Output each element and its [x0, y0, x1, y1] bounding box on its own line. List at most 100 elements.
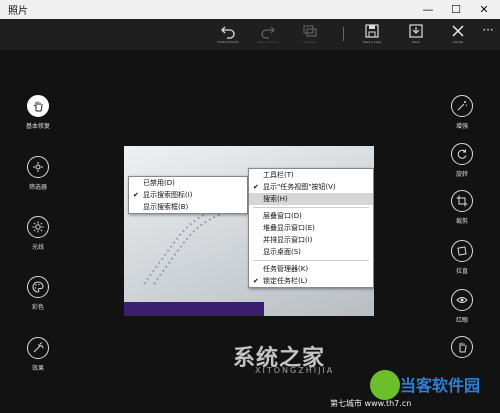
menu-item-label: 搜索(H) [263, 195, 288, 203]
wand-icon [457, 101, 468, 111]
tool-circle [27, 156, 49, 178]
menu-item-search[interactable]: 搜索(H) [249, 193, 373, 205]
effects-icon [33, 342, 44, 353]
photo-canvas[interactable]: 已禁用(D) ✔ 显示搜索图标(I) 显示搜索框(B) 工具栏(T) ✔ 显示"任务… [124, 146, 374, 316]
save-button[interactable]: Save [402, 23, 430, 49]
hand-icon [33, 101, 43, 112]
close-window-button[interactable]: ✕ [470, 0, 498, 19]
cancel-label: Cancel [452, 40, 464, 44]
tool-red-eye[interactable]: 红眼 [432, 289, 492, 324]
window-title: 照片 [8, 6, 28, 17]
tool-label: 光线 [31, 244, 44, 251]
menu-item-stacked[interactable]: 堆叠显示窗口(E) [249, 222, 373, 234]
tool-filters[interactable]: 筛选器 [8, 156, 68, 191]
redo-label: Redo (Ctrl+Y) [257, 40, 279, 44]
menu-item-lock-taskbar[interactable]: ✔ 锁定任务栏(L) [249, 275, 373, 287]
save-label: Save [412, 40, 420, 44]
watermark-brand: 当客软件园 [400, 376, 481, 395]
rotate-icon [457, 149, 467, 159]
tool-color[interactable]: 彩色 [8, 276, 68, 311]
menu-separator [253, 260, 369, 261]
tool-light[interactable]: 光线 [8, 216, 68, 251]
tool-label: 彩色 [31, 304, 44, 311]
crop-icon [456, 195, 468, 207]
search-submenu: 已禁用(D) ✔ 显示搜索图标(I) 显示搜索框(B) [128, 176, 248, 214]
eye-icon [456, 297, 468, 303]
tool-label: 裁剪 [455, 218, 468, 225]
watermark-logo [370, 370, 400, 400]
tool-circle [27, 95, 49, 117]
straighten-icon [457, 246, 467, 256]
tool-circle [27, 216, 49, 238]
tool-enhance[interactable]: 增强 [432, 95, 492, 130]
tool-crop[interactable]: 裁剪 [432, 190, 492, 225]
menu-item-show-search-box[interactable]: 显示搜索框(B) [129, 201, 247, 213]
more-options-button[interactable]: ··· [474, 23, 500, 49]
compare-button[interactable]: Compare [296, 23, 324, 49]
minimize-button[interactable]: — [414, 0, 442, 19]
menu-item-label: 锁定任务栏(L) [263, 277, 308, 285]
maximize-icon: ☐ [451, 3, 461, 16]
taskbar-strip [124, 302, 264, 316]
menu-item-label: 显示搜索框(B) [143, 203, 189, 211]
tool-circle [451, 336, 473, 358]
tool-circle [451, 289, 473, 311]
menu-item-label: 工具栏(T) [263, 171, 294, 179]
menu-separator [253, 207, 369, 208]
tool-label: 拉直 [455, 268, 468, 275]
menu-item-label: 显示搜索图标(I) [143, 191, 193, 199]
menu-item-label: 堆叠显示窗口(E) [263, 224, 315, 232]
tool-circle [451, 95, 473, 117]
watermark-subtext: XITONGZHIJIA [255, 366, 335, 375]
menu-item-side-by-side[interactable]: 并排显示窗口(I) [249, 234, 373, 246]
save-copy-button[interactable]: Save a copy [358, 23, 386, 49]
more-icon: ··· [482, 23, 494, 37]
tool-circle [27, 276, 49, 298]
menu-item-label: 任务管理器(K) [263, 265, 309, 273]
menu-item-toolbars[interactable]: 工具栏(T) [249, 169, 373, 181]
undo-icon [221, 26, 235, 39]
sun-icon [32, 221, 44, 233]
title-bar: 照片 — ☐ ✕ [0, 0, 500, 20]
footprints-icon [143, 209, 223, 285]
checkmark-icon: ✔ [253, 183, 259, 191]
tool-label: 红眼 [455, 317, 468, 324]
tool-circle [451, 190, 473, 212]
menu-item-show-search-icon[interactable]: ✔ 显示搜索图标(I) [129, 189, 247, 201]
tool-circle [451, 240, 473, 262]
tool-label: 筛选器 [28, 184, 47, 191]
menu-item-disabled[interactable]: 已禁用(D) [129, 177, 247, 189]
tool-label: 旋转 [455, 171, 468, 178]
menu-item-cascade[interactable]: 层叠窗口(D) [249, 210, 373, 222]
tool-rotate[interactable]: 旋转 [432, 143, 492, 178]
menu-item-label: 显示桌面(S) [263, 248, 301, 256]
close-icon [452, 25, 464, 37]
maximize-button[interactable]: ☐ [442, 0, 470, 19]
menu-item-label: 并排显示窗口(I) [263, 236, 313, 244]
filter-icon [33, 162, 43, 172]
tool-straighten[interactable]: 拉直 [432, 240, 492, 275]
tool-circle [27, 337, 49, 359]
redo-icon [261, 26, 275, 39]
save-icon [409, 24, 423, 38]
menu-item-label: 已禁用(D) [143, 179, 175, 187]
menu-item-label: 显示"任务视图"按钮(V) [263, 183, 336, 191]
tool-spot-fix[interactable] [432, 336, 492, 358]
menu-item-task-view[interactable]: ✔ 显示"任务视图"按钮(V) [249, 181, 373, 193]
edit-toolbar: Undo (Ctrl+Z) Redo (Ctrl+Y) Compare Save… [0, 19, 500, 50]
menu-item-show-desktop[interactable]: 显示桌面(S) [249, 246, 373, 258]
toolbar-divider [343, 27, 344, 41]
cancel-button[interactable]: Cancel [444, 23, 472, 49]
redo-button[interactable]: Redo (Ctrl+Y) [254, 23, 282, 49]
undo-button[interactable]: Undo (Ctrl+Z) [214, 23, 242, 49]
compare-label: Compare [303, 40, 317, 44]
tool-label: 效果 [31, 365, 44, 372]
palette-icon [32, 281, 44, 293]
tool-effects[interactable]: 效果 [8, 337, 68, 372]
tool-basic-fix[interactable]: 基本修复 [8, 95, 68, 130]
tool-label: 基本修复 [25, 123, 50, 130]
menu-item-task-manager[interactable]: 任务管理器(K) [249, 263, 373, 275]
undo-label: Undo (Ctrl+Z) [217, 40, 239, 44]
watermark-url: 第七城市 www.th7.cn [330, 399, 412, 408]
taskbar-context-menu: 工具栏(T) ✔ 显示"任务视图"按钮(V) 搜索(H) 层叠窗口(D) 堆叠显示… [248, 168, 374, 288]
